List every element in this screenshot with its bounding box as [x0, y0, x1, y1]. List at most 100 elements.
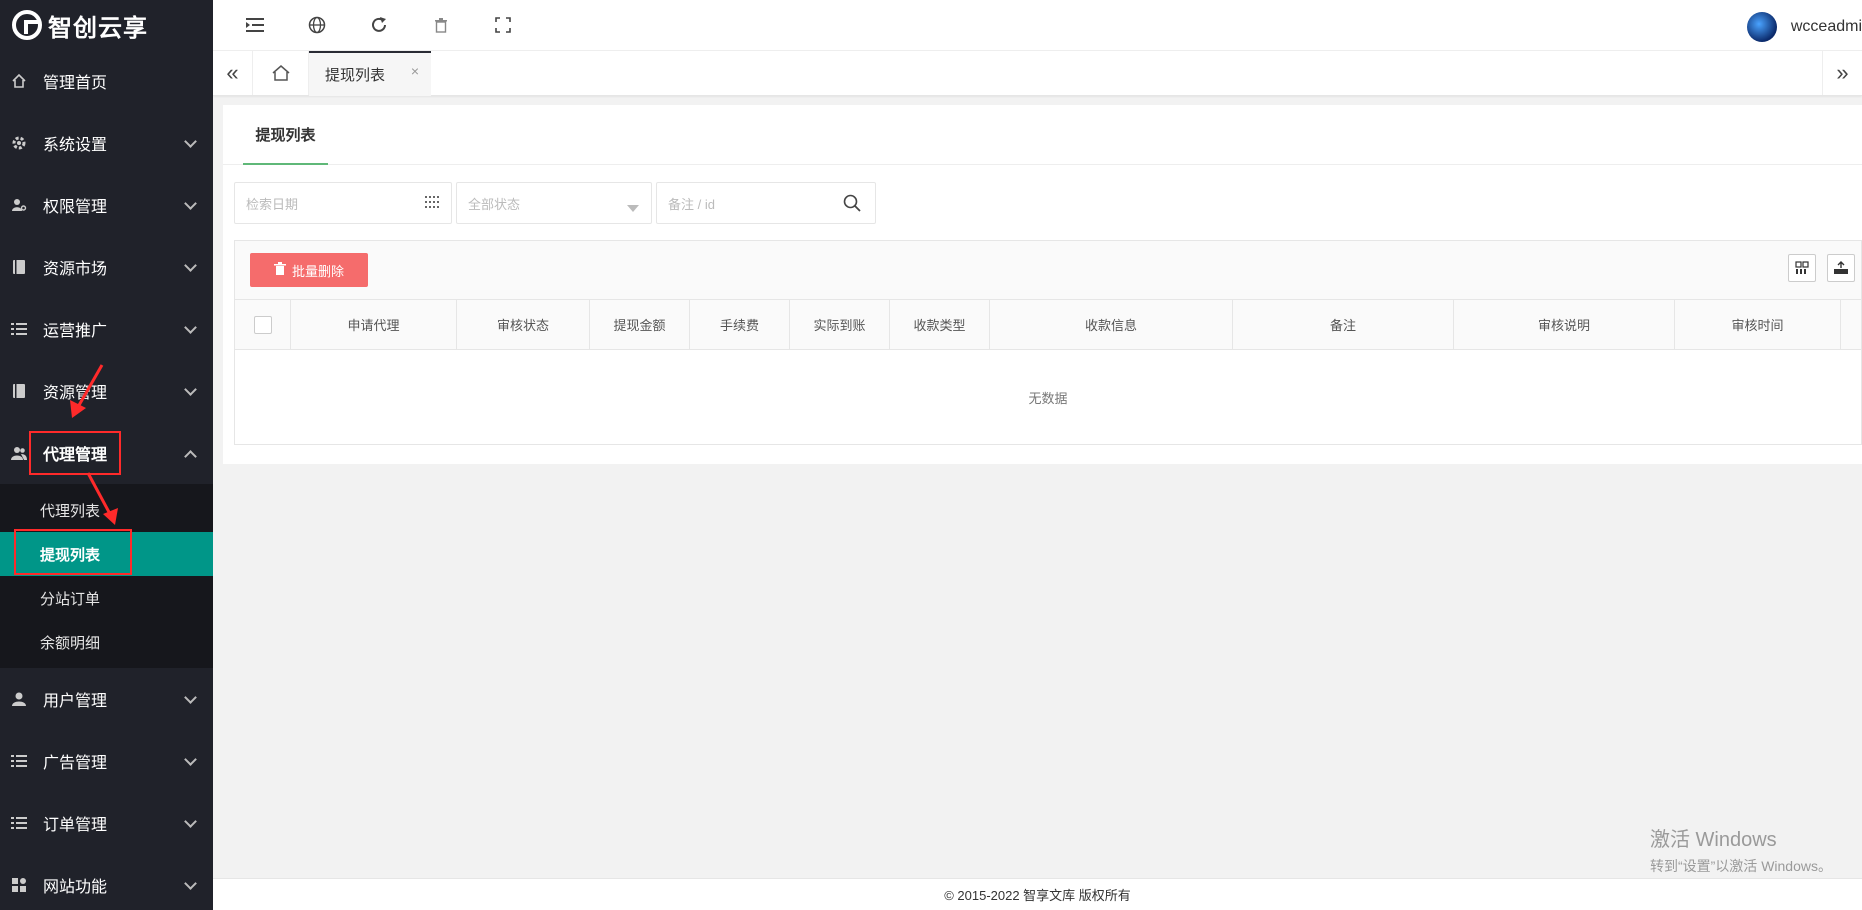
column-header[interactable]: 收款信息	[990, 300, 1233, 349]
sidebar-item-system-settings[interactable]: 系统设置	[0, 112, 213, 174]
sidebar-item-permissions[interactable]: 权限管理	[0, 174, 213, 236]
sidebar-subitem-agent-list[interactable]: 代理列表	[0, 488, 213, 532]
book-icon	[10, 258, 28, 276]
page-tabs-bar: « 提现列表 × »	[213, 51, 1862, 96]
subitem-label: 余额明细	[40, 634, 101, 652]
export-icon[interactable]	[1827, 254, 1855, 282]
chevron-down-icon	[184, 259, 197, 272]
main-panel: 提现列表 检索日期 全部状态 备注 / id 批量删除 申请代理 审核状态 提现…	[223, 105, 1862, 464]
brand-logo[interactable]: 智创云享	[0, 0, 213, 50]
status-select[interactable]: 全部状态	[456, 182, 652, 224]
footer: © 2015-2022 智享文库 版权所有	[213, 878, 1862, 910]
sidebar-item-dashboard[interactable]: 管理首页	[0, 50, 213, 112]
sidebar-item-agent-management[interactable]: 代理管理	[0, 422, 213, 484]
sidebar-item-user-management[interactable]: 用户管理	[0, 668, 213, 730]
top-header: wcceadmi	[213, 0, 1862, 51]
sidebar-subitem-withdraw-list[interactable]: 提现列表	[0, 529, 213, 576]
column-header[interactable]: 审核说明	[1454, 300, 1675, 349]
key-user-icon	[10, 196, 28, 214]
column-header[interactable]: 收款类型	[890, 300, 990, 349]
list-icon	[10, 814, 28, 832]
sidebar-item-resource-market[interactable]: 资源市场	[0, 236, 213, 298]
sidebar-item-label: 网站功能	[43, 879, 108, 896]
refresh-icon[interactable]	[368, 14, 390, 36]
column-header[interactable]: 审核时间	[1675, 300, 1841, 349]
sidebar-item-label: 管理首页	[43, 75, 108, 92]
chevron-down-icon	[184, 197, 197, 210]
batch-delete-label: 批量删除	[291, 263, 344, 279]
date-field[interactable]: 检索日期	[234, 182, 452, 224]
watermark-subtitle: 转到“设置”以激活 Windows。	[1649, 858, 1832, 874]
withdraw-table: 批量删除 申请代理 审核状态 提现金额 手续费 实际到账 收款类型 收款信息 备…	[234, 240, 1862, 445]
list-icon	[10, 320, 28, 338]
subitem-label: 代理列表	[40, 502, 101, 520]
close-icon[interactable]: ×	[411, 63, 419, 79]
tab-withdraw-list-panel[interactable]: 提现列表	[243, 105, 328, 165]
column-header[interactable]: 审核状态	[457, 300, 590, 349]
sidebar-item-label: 资源市场	[43, 261, 108, 278]
sidebar-item-site-functions[interactable]: 网站功能	[0, 854, 213, 910]
windows-activation-watermark: 激活 Windows 转到“设置”以激活 Windows。	[1650, 823, 1832, 876]
chevron-down-icon	[184, 383, 197, 396]
column-header[interactable]: 申请代理	[291, 300, 457, 349]
home-icon	[10, 72, 28, 90]
select-all-cell	[235, 300, 291, 349]
menu-collapse-icon[interactable]	[244, 14, 266, 36]
subitem-label: 分站订单	[40, 590, 101, 608]
column-header[interactable]: 手续费	[690, 300, 790, 349]
table-toolbar: 批量删除	[235, 241, 1861, 300]
globe-icon[interactable]	[306, 14, 328, 36]
chevron-up-icon	[184, 450, 197, 463]
tabs-scroll-right-icon[interactable]: »	[1822, 51, 1862, 95]
sidebar: 智创云享 管理首页 系统设置 权限管理 资源市场 运营推广 资源管理 代理管理 …	[0, 0, 213, 910]
highlight-box	[14, 529, 132, 575]
search-icon[interactable]	[843, 194, 861, 215]
columns-filter-icon[interactable]	[1788, 254, 1816, 282]
sidebar-subitem-substation-orders[interactable]: 分站订单	[0, 576, 213, 620]
sidebar-item-ad-management[interactable]: 广告管理	[0, 730, 213, 792]
chevron-down-icon	[184, 321, 197, 334]
sidebar-item-label: 订单管理	[43, 817, 108, 834]
column-header[interactable]: 提现金额	[590, 300, 690, 349]
fullscreen-icon[interactable]	[492, 14, 514, 36]
chevron-down-icon	[184, 877, 197, 890]
search-input[interactable]: 备注 / id	[656, 182, 876, 224]
calendar-icon	[425, 195, 439, 211]
list-icon	[10, 752, 28, 770]
search-placeholder: 备注 / id	[668, 196, 715, 212]
sidebar-item-order-management[interactable]: 订单管理	[0, 792, 213, 854]
chevron-down-icon	[184, 815, 197, 828]
brand-name: 智创云享	[48, 14, 148, 42]
logo-icon	[12, 10, 42, 40]
sidebar-item-label: 权限管理	[43, 199, 108, 216]
sidebar-item-label: 运营推广	[43, 323, 108, 340]
table-header: 申请代理 审核状态 提现金额 手续费 实际到账 收款类型 收款信息 备注 审核说…	[235, 300, 1861, 350]
filter-bar: 检索日期 全部状态 备注 / id	[234, 182, 876, 224]
trash-icon[interactable]	[430, 14, 452, 36]
column-header[interactable]: 实际到账	[790, 300, 890, 349]
empty-state: 无数据	[1028, 390, 1068, 406]
apps-icon	[10, 876, 28, 894]
column-header[interactable]: 备注	[1233, 300, 1454, 349]
book-icon	[10, 382, 28, 400]
sidebar-subitem-balance-details[interactable]: 余额明细	[0, 620, 213, 664]
sidebar-item-operations[interactable]: 运营推广	[0, 298, 213, 360]
avatar	[1746, 12, 1777, 42]
copyright: © 2015-2022 智享文库 版权所有	[944, 888, 1131, 903]
select-all-checkbox[interactable]	[253, 315, 272, 334]
users-icon	[10, 444, 28, 462]
tab-withdraw-list[interactable]: 提现列表 ×	[309, 51, 431, 96]
user-icon	[10, 690, 28, 708]
tabs-scroll-left-icon[interactable]: «	[213, 51, 253, 95]
home-tab-icon[interactable]	[253, 51, 309, 95]
tab-label: 提现列表	[325, 67, 386, 84]
sidebar-item-label: 广告管理	[43, 755, 108, 772]
sidebar-item-label: 代理管理	[29, 431, 122, 475]
chevron-down-icon	[184, 135, 197, 148]
user-menu[interactable]: wcceadmi	[1746, 12, 1862, 42]
batch-delete-button[interactable]: 批量删除	[250, 253, 368, 287]
gear-icon	[10, 134, 28, 152]
sidebar-item-label: 资源管理	[43, 385, 108, 402]
sidebar-item-resource-management[interactable]: 资源管理	[0, 360, 213, 422]
date-placeholder: 检索日期	[246, 196, 299, 212]
